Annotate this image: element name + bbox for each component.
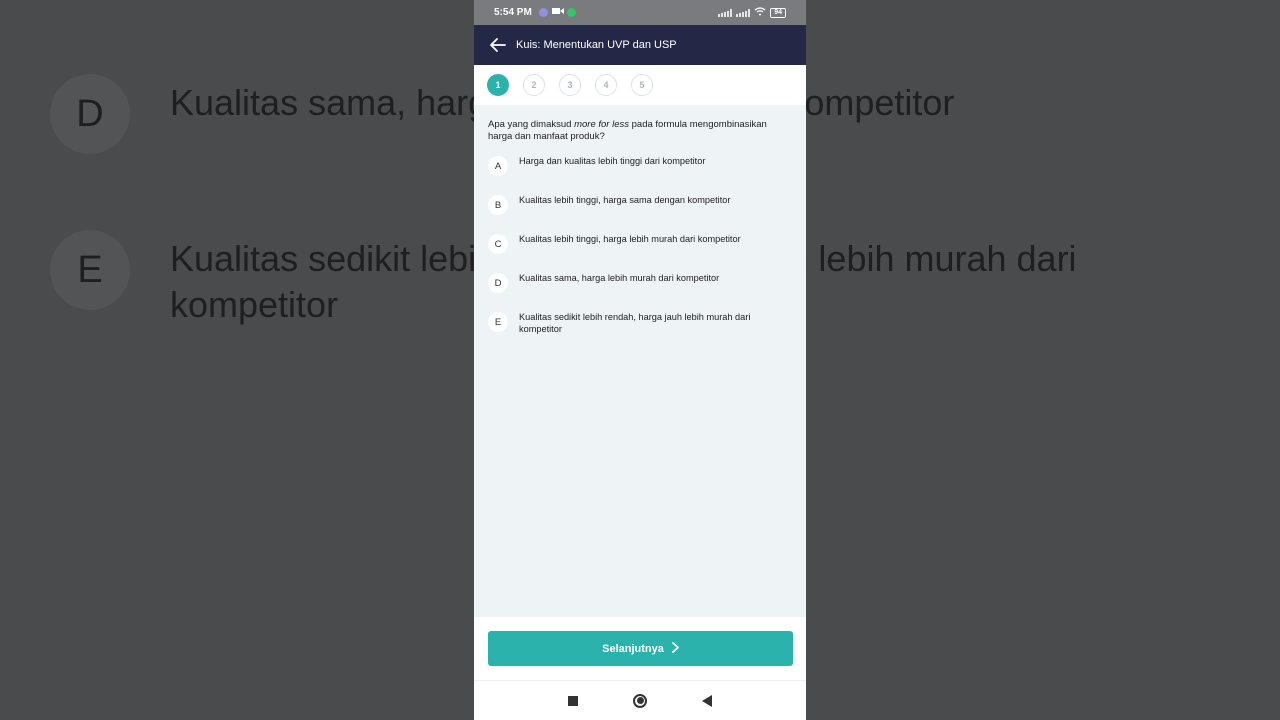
chevron-right-icon: [671, 641, 679, 656]
answer-option-e[interactable]: E Kualitas sedikit lebih rendah, harga j…: [488, 312, 792, 335]
page-title: Kuis: Menentukan UVP dan USP: [516, 39, 677, 51]
app-notification-icon: [566, 8, 576, 17]
step-1[interactable]: 1: [487, 74, 509, 96]
next-button[interactable]: Selanjutnya: [488, 631, 793, 666]
system-nav-bar: [474, 680, 806, 720]
background-option-letter: E: [50, 230, 130, 310]
option-text: Harga dan kualitas lebih tinggi dari kom…: [519, 156, 706, 166]
option-letter: E: [488, 312, 508, 332]
home-icon[interactable]: [633, 693, 647, 708]
answer-option-b[interactable]: B Kualitas lebih tinggi, harga sama deng…: [488, 195, 792, 215]
status-bar: 5:54 PM 94: [474, 0, 806, 25]
video-camera-icon: [551, 7, 564, 18]
question-stepper: 1 2 3 4 5: [474, 65, 806, 105]
status-time: 5:54 PM: [494, 7, 532, 18]
question-text: Apa yang dimaksud more for less pada for…: [488, 119, 792, 142]
option-letter: B: [488, 195, 508, 215]
app-bar: Kuis: Menentukan UVP dan USP: [474, 25, 806, 65]
wifi-icon: [754, 6, 766, 19]
background-option-letter: D: [50, 74, 130, 154]
option-text: Kualitas lebih tinggi, harga sama dengan…: [519, 195, 731, 205]
phone-screen: 5:54 PM 94 Kuis: Menentukan UVP dan USP …: [474, 0, 806, 720]
step-5[interactable]: 5: [631, 74, 653, 96]
messenger-icon: [538, 8, 548, 17]
option-text: Kualitas sedikit lebih rendah, harga jau…: [519, 312, 751, 334]
signal-icon: [736, 8, 751, 17]
battery-icon: 94: [770, 7, 786, 18]
back-arrow-icon[interactable]: [488, 35, 508, 55]
footer: Selanjutnya: [474, 617, 806, 680]
option-text: Kualitas sama, harga lebih murah dari ko…: [519, 273, 720, 283]
option-text: Kualitas lebih tinggi, harga lebih murah…: [519, 234, 741, 244]
step-2[interactable]: 2: [523, 74, 545, 96]
option-letter: A: [488, 156, 508, 176]
answer-option-d[interactable]: D Kualitas sama, harga lebih murah dari …: [488, 273, 792, 293]
option-letter: D: [488, 273, 508, 293]
next-button-label: Selanjutnya: [602, 642, 664, 655]
back-icon[interactable]: [702, 694, 712, 707]
quiz-content: Apa yang dimaksud more for less pada for…: [474, 105, 806, 335]
option-letter: C: [488, 234, 508, 254]
recent-apps-icon[interactable]: [568, 695, 578, 706]
step-3[interactable]: 3: [559, 74, 581, 96]
answer-option-c[interactable]: C Kualitas lebih tinggi, harga lebih mur…: [488, 234, 792, 254]
signal-icon: [718, 8, 733, 17]
answer-option-a[interactable]: A Harga dan kualitas lebih tinggi dari k…: [488, 156, 792, 176]
question-prefix: Apa yang dimaksud: [488, 119, 575, 130]
step-4[interactable]: 4: [595, 74, 617, 96]
question-emphasis: more for less: [574, 119, 629, 130]
